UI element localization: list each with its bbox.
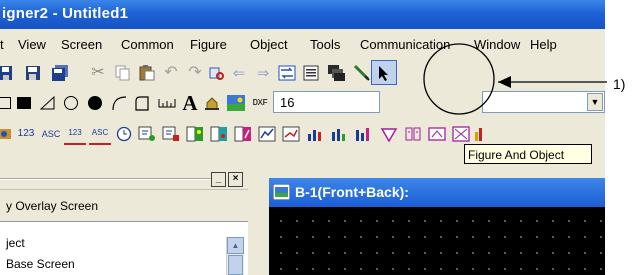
figure-and-object-tooltip: Figure And Object	[464, 144, 592, 164]
highlight-circle	[423, 43, 495, 115]
annotation-overlay	[423, 43, 607, 115]
callout-arrowhead	[498, 76, 511, 88]
callout-label: 1)	[613, 76, 626, 92]
